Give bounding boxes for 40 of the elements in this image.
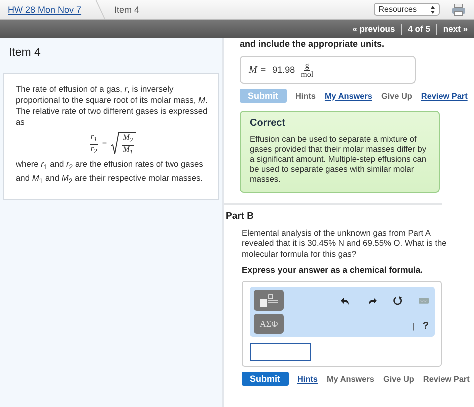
previous-link[interactable]: « previous [352, 24, 396, 34]
part-title: Part B [226, 210, 255, 222]
reset-icon[interactable] [393, 296, 403, 306]
variable-label: M = [249, 64, 267, 76]
instruction-text: and include the appropriate units. [240, 39, 386, 49]
separator-mark: | [412, 322, 415, 332]
intro-text: The rate of effusion of a gas, r, is inversely proportional to the square root of its molar mass, M. The relative rate of two different gases is expressed as [16, 84, 209, 128]
resources-select[interactable]: Resources [374, 3, 440, 16]
action-label[interactable]: My Answers [326, 374, 374, 384]
action-label[interactable]: Hints [296, 92, 316, 100]
symbols-button[interactable]: ΑΣΦ [254, 314, 284, 334]
action-label[interactable]: Give Up [383, 374, 414, 384]
submit-button[interactable]: Submit [242, 372, 288, 386]
help-button[interactable]: ? [422, 321, 429, 332]
redo-icon[interactable] [367, 296, 377, 306]
next-link[interactable]: next » [443, 24, 468, 34]
page-position: 4 of 5 [408, 24, 430, 34]
outro-text: where r$_{1}$ and r$_{2}$ are the effusion rates of two gases and M$_{1}$ and M$_{2}$ are their respective molar masses. [16, 159, 204, 187]
answer-value: 91.98 [272, 65, 296, 75]
action-label[interactable]: Give Up [381, 92, 412, 100]
link[interactable]: My Answers [324, 92, 372, 100]
template-icon [259, 294, 279, 308]
templates-button[interactable] [254, 290, 284, 311]
link[interactable]: Hints [298, 374, 318, 384]
feedback-text: Effusion can be used to separate a mixture of gases provided that their molar masses differ by a significant amount. Multiple-step effusions can be used to separate gases with similar molar masses. [250, 135, 428, 185]
unit-label: g mol [301, 62, 314, 78]
printer-icon[interactable] [452, 4, 466, 16]
action-label[interactable]: Review Part [423, 374, 470, 384]
question-text: Elemental analysis of the unknown gas from Part A revealed that it is 30.45% N and 69.55% O. What is the molecular formula for this gas? [242, 228, 447, 260]
breadcrumb-current: Item 4 [114, 4, 140, 14]
breadcrumb-link[interactable]: HW 28 Mon Nov 7 [0, 4, 90, 14]
formula: r$_{1}$ r$_{2}$ = M$_{2}$ M$_{1}$ [16, 132, 210, 158]
answer-input[interactable] [250, 343, 311, 362]
item-title: Item 4 [9, 47, 42, 59]
radical-sign [111, 132, 120, 156]
stepper-icon [431, 6, 435, 14]
undo-icon[interactable] [341, 296, 351, 306]
link[interactable]: Review Part [421, 92, 468, 100]
instruction-text: Express your answer as a chemical formula. [242, 265, 424, 276]
feedback-title: Correct [250, 118, 287, 129]
